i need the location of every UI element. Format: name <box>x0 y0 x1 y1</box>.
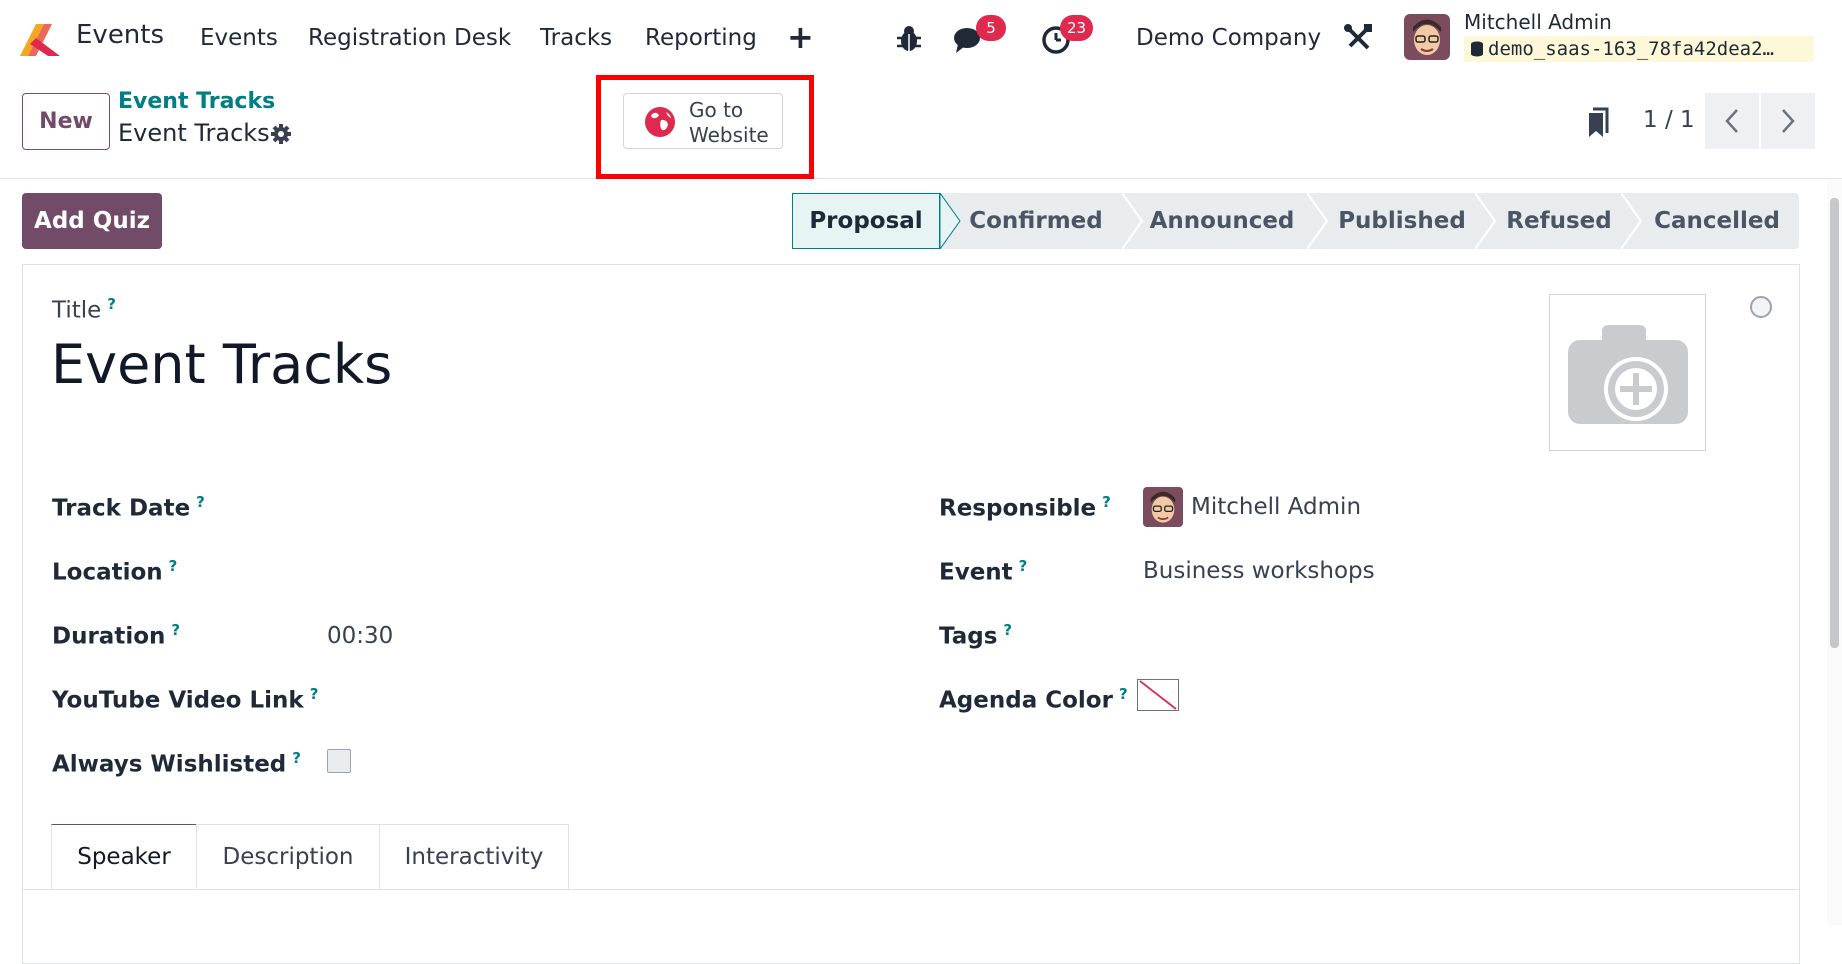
no-color-icon <box>1139 680 1177 710</box>
stage-refused[interactable]: Refused <box>1485 193 1633 249</box>
location-label-text: Location <box>52 559 163 586</box>
go-to-website-button[interactable]: Go to Website <box>623 93 783 149</box>
event-label-text: Event <box>939 559 1013 586</box>
pager-next-button[interactable] <box>1761 93 1815 149</box>
control-panel: New Event Tracks Event Tracks Go to Webs… <box>0 77 1842 179</box>
user-avatar[interactable] <box>1404 14 1450 60</box>
track-date-label: Track Date? <box>52 493 205 522</box>
track-date-label-text: Track Date <box>52 495 191 522</box>
help-icon[interactable]: ? <box>196 493 205 511</box>
agenda-color-label-text: Agenda Color <box>939 687 1113 714</box>
title-label: Title? <box>52 295 116 324</box>
help-icon[interactable]: ? <box>169 557 178 575</box>
help-icon[interactable]: ? <box>1102 493 1111 511</box>
image-upload[interactable] <box>1549 294 1706 451</box>
messages-badge: 5 <box>976 15 1006 41</box>
title-field[interactable]: Event Tracks <box>51 333 392 396</box>
duration-label-text: Duration <box>52 623 166 650</box>
agenda-color-label: Agenda Color? <box>939 685 1128 714</box>
responsible-field[interactable]: Mitchell Admin <box>1191 494 1361 520</box>
event-field[interactable]: Business workshops <box>1143 558 1375 584</box>
responsible-label: Responsible? <box>939 493 1111 522</box>
menu-registration-desk[interactable]: Registration Desk <box>308 25 511 51</box>
tab-interactivity[interactable]: Interactivity <box>379 824 569 890</box>
help-icon[interactable]: ? <box>107 295 116 313</box>
stage-published[interactable]: Published <box>1317 193 1487 249</box>
agenda-color-swatch[interactable] <box>1137 679 1179 711</box>
top-navbar: Events Events Registration Desk Tracks R… <box>0 0 1842 77</box>
location-label: Location? <box>52 557 177 586</box>
add-quiz-button[interactable]: Add Quiz <box>22 193 162 249</box>
breadcrumb-current: Event Tracks <box>118 119 270 147</box>
status-dot[interactable] <box>1750 296 1772 318</box>
pager-value[interactable]: 1 / 1 <box>1643 107 1695 133</box>
go-to-website-label: Go to Website <box>689 98 769 147</box>
tab-divider <box>23 889 1799 890</box>
help-icon[interactable]: ? <box>171 621 180 639</box>
chevron-left-icon <box>1725 109 1738 133</box>
form-sheet: Title? Event Tracks Track Date? Location… <box>22 264 1800 964</box>
tools-icon[interactable] <box>1342 22 1374 54</box>
pager-previous-button[interactable] <box>1705 93 1759 149</box>
database-tag: demo_saas-163_78fa42dea2… <box>1464 36 1814 62</box>
title-label-text: Title <box>52 297 102 324</box>
menu-events[interactable]: Events <box>200 25 278 51</box>
responsible-label-text: Responsible <box>939 495 1097 522</box>
gear-icon[interactable] <box>270 123 292 145</box>
always-wishlisted-label-text: Always Wishlisted <box>52 751 287 778</box>
page-scrollbar[interactable] <box>1827 180 1842 925</box>
help-icon[interactable]: ? <box>1119 685 1128 703</box>
camera-plus-icon <box>1568 325 1688 424</box>
events-app-icon[interactable] <box>16 20 64 58</box>
tags-label: Tags? <box>939 621 1012 650</box>
database-icon <box>1471 41 1483 57</box>
menu-reporting[interactable]: Reporting <box>645 25 757 51</box>
status-bar: Add Quiz Proposal Confirmed Announced Pu… <box>0 179 1842 263</box>
duration-field[interactable]: 00:30 <box>327 623 393 649</box>
menu-tracks[interactable]: Tracks <box>540 25 612 51</box>
chevron-right-icon <box>1782 109 1795 133</box>
help-icon[interactable]: ? <box>1019 557 1028 575</box>
tags-label-text: Tags <box>939 623 998 650</box>
tab-speaker[interactable]: Speaker <box>51 824 197 890</box>
duration-label: Duration? <box>52 621 180 650</box>
tab-description[interactable]: Description <box>196 824 380 890</box>
activities-badge: 23 <box>1060 15 1094 41</box>
stage-proposal[interactable]: Proposal <box>792 193 940 249</box>
bug-icon[interactable] <box>892 22 926 56</box>
app-name[interactable]: Events <box>76 20 164 50</box>
stage-confirmed[interactable]: Confirmed <box>960 193 1112 249</box>
user-name[interactable]: Mitchell Admin <box>1464 10 1612 34</box>
stage-pipeline: Proposal Confirmed Announced Published R… <box>792 193 1799 249</box>
youtube-link-label-text: YouTube Video Link <box>52 687 304 714</box>
youtube-link-label: YouTube Video Link? <box>52 685 318 714</box>
help-icon[interactable]: ? <box>310 685 319 703</box>
breadcrumb-parent[interactable]: Event Tracks <box>118 89 275 114</box>
scrollbar-thumb[interactable] <box>1830 198 1839 648</box>
stage-announced[interactable]: Announced <box>1132 193 1312 249</box>
bookmark-icon[interactable] <box>1585 107 1611 139</box>
responsible-avatar <box>1143 487 1183 527</box>
help-icon[interactable]: ? <box>1003 621 1012 639</box>
always-wishlisted-checkbox[interactable] <box>327 749 351 773</box>
help-icon[interactable]: ? <box>292 749 301 767</box>
globe-icon <box>645 107 675 137</box>
event-label: Event? <box>939 557 1027 586</box>
company-switcher[interactable]: Demo Company <box>1136 25 1321 51</box>
stage-cancelled[interactable]: Cancelled <box>1637 193 1797 249</box>
plus-icon[interactable]: + <box>787 18 814 56</box>
database-name: demo_saas-163_78fa42dea2… <box>1488 38 1774 60</box>
stage-separator <box>940 193 961 249</box>
always-wishlisted-label: Always Wishlisted? <box>52 749 301 778</box>
new-button[interactable]: New <box>22 93 110 150</box>
